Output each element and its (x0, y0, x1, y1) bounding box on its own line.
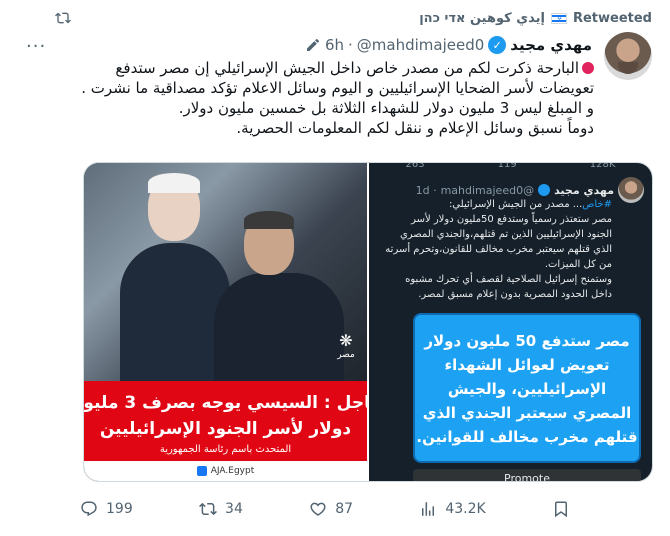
channel-logo: ❋ مصر (337, 331, 355, 360)
israel-flag-icon: ✡ (550, 12, 567, 24)
banner-line-2: دولار لأسر الجنود الإسرائيليين (99, 418, 352, 439)
bookmark-icon (555, 501, 567, 518)
embedded-name: مهدي مجيد (554, 183, 614, 197)
views-count: 43.2K (445, 501, 486, 517)
retweet-count: 34 (225, 501, 243, 517)
views-chart-icon (422, 502, 435, 516)
edit-pencil-icon (306, 38, 319, 51)
embedded-time: · 1d (415, 183, 437, 197)
retweet-header: Retweeted ✡ إيدي كوهين אדי כהן (40, 8, 652, 28)
banner-source: المتحدث باسم رئاسة الجمهورية (159, 443, 292, 455)
retweet-action-icon (199, 502, 217, 516)
retweet-label: Retweeted (572, 10, 652, 26)
embedded-quote-box: مصر ستدفع 50 مليون دولار تعويض لعوائل ال… (413, 313, 641, 463)
embedded-stats: 263 119 128K (405, 163, 616, 170)
reply-button[interactable]: 199 (80, 500, 133, 518)
separator-dot: · (348, 36, 353, 54)
author-handle[interactable]: @mahdimajeed0 (357, 36, 485, 54)
tweet-actions: 199 34 87 43.2K (80, 496, 570, 522)
embedded-avatar (618, 177, 644, 203)
like-count: 87 (335, 501, 354, 517)
views-button[interactable]: 43.2K (419, 500, 486, 518)
banner-line-1: عاجل : السيسي يوجه بصرف 3 مليون (83, 392, 383, 413)
retweet-button[interactable]: 34 (199, 500, 243, 518)
embedded-handle: @mahdimajeed0 (440, 183, 535, 197)
author-name[interactable]: مهدي مجيد (510, 36, 592, 54)
media-image-right[interactable]: 263 119 128K مهدي مجيد @mahdimajeed0 · 1… (369, 163, 652, 481)
embedded-body: #خاص... مصدر من الجيش الإسرائيلي: مصر ست… (385, 199, 612, 300)
reply-icon (81, 501, 97, 517)
facebook-icon (196, 466, 207, 476)
bookmark-button[interactable] (552, 500, 570, 518)
tweet-text-line-1: البارحة ذكرت لكم من مصدر خاص داخل الجيش … (115, 59, 579, 77)
tweet-time[interactable]: 6h (325, 36, 344, 54)
tweet-text: البارحة ذكرت لكم من مصدر خاص داخل الجيش … (60, 58, 594, 138)
verified-badge-icon: ✓ (488, 36, 507, 54)
media-image-left[interactable]: ❋ مصر عاجل : السيسي يوجه بصرف 3 مليون دو… (84, 163, 382, 481)
embedded-hashtag: #خاص (582, 199, 612, 210)
reply-count: 199 (106, 501, 133, 517)
heart-icon (310, 502, 326, 516)
like-button[interactable]: 87 (309, 500, 353, 518)
retweeted-by-link[interactable]: إيدي كوهين אדי כהן (419, 11, 545, 26)
tweet-text-line-3: و المبلغ ليس 3 مليون دولار للشهداء الثلا… (178, 99, 594, 117)
image-footer: AJA.Egypt (84, 461, 367, 481)
embedded-promote-button: Promote (413, 469, 641, 481)
tweet[interactable]: Retweeted ✡ إيدي كوهين אדי כהן مهدي مجيد… (0, 0, 670, 536)
tweet-header: مهدي مجيد ✓ @mahdimajeed0 · 6h (40, 34, 592, 56)
breaking-news-banner: عاجل : السيسي يوجه بصرف 3 مليون دولار لأ… (84, 381, 382, 463)
author-avatar[interactable] (604, 32, 652, 80)
more-options-icon[interactable]: ··· (26, 36, 46, 57)
tweet-text-line-2: تعويضات لأسر الضحايا الإسرائيليين و اليو… (81, 79, 594, 97)
embedded-verified-icon (538, 184, 551, 196)
footer-handle: AJA.Egypt (210, 466, 255, 476)
red-circle-emoji-icon (582, 62, 594, 74)
tweet-text-line-4: دوماً نسبق وسائل الإعلام و ننقل لكم المع… (236, 119, 594, 137)
tweet-media: ❋ مصر عاجل : السيسي يوجه بصرف 3 مليون دو… (83, 162, 653, 482)
